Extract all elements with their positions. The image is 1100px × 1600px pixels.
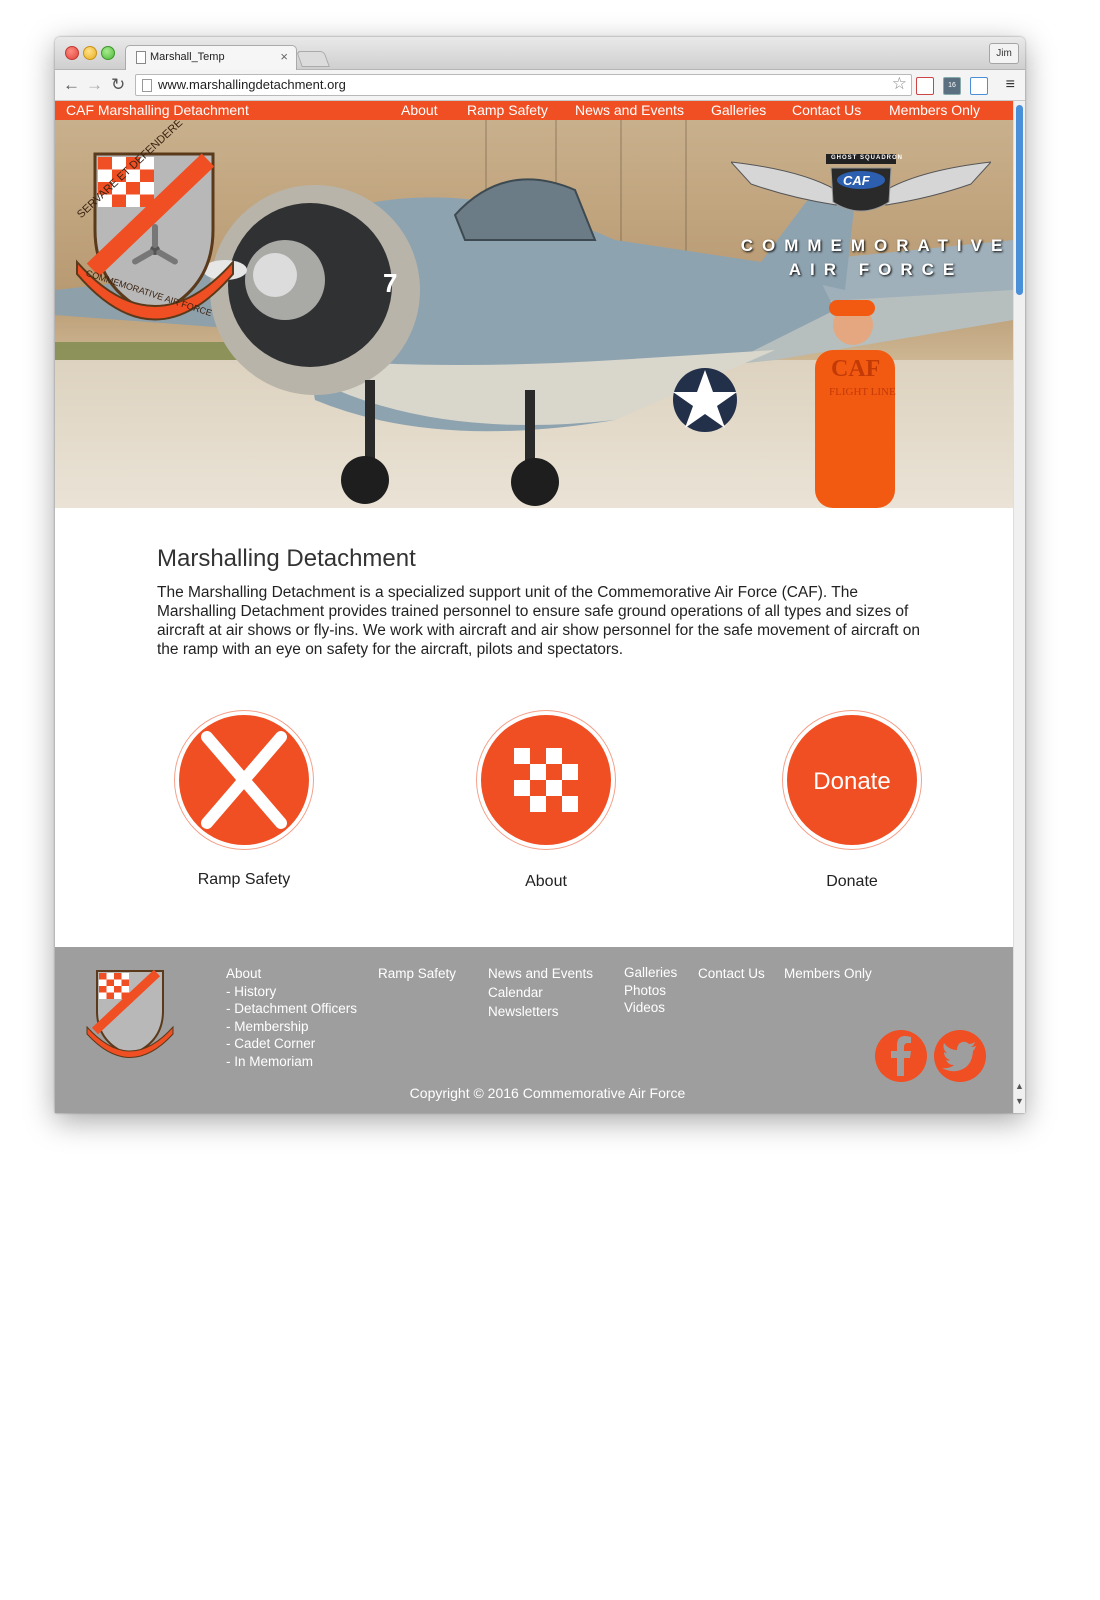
window-resize-extension-icon[interactable] bbox=[970, 77, 988, 95]
new-tab-button[interactable] bbox=[296, 51, 330, 67]
footer-link-history[interactable]: - History bbox=[226, 983, 357, 1001]
address-bar[interactable]: www.marshallingdetachment.org ☆ bbox=[135, 74, 912, 96]
feature-label-ramp-safety[interactable]: Ramp Safety bbox=[174, 871, 314, 889]
footer-link-calendar[interactable]: Calendar bbox=[488, 983, 593, 1002]
wordmark-line1: COMMEMORATIVE bbox=[740, 236, 1012, 255]
scroll-up-arrow-icon[interactable]: ▲ bbox=[1015, 1081, 1024, 1091]
footer-link-in-memoriam[interactable]: - In Memoriam bbox=[226, 1053, 357, 1071]
feature-label-about[interactable]: About bbox=[476, 873, 616, 891]
page-scrollbar[interactable]: ▲ ▼ bbox=[1013, 101, 1025, 1113]
scrollbar-thumb[interactable] bbox=[1016, 105, 1023, 295]
nav-members-only[interactable]: Members Only bbox=[889, 102, 980, 118]
wordmark-line2: AIR FORCE bbox=[788, 260, 964, 279]
footer-link-newsletters[interactable]: Newsletters bbox=[488, 1002, 593, 1021]
canopy bbox=[453, 178, 597, 241]
tab-bar: Marshall_Temp × Jim bbox=[55, 37, 1025, 70]
bookmark-star-icon[interactable]: ☆ bbox=[892, 74, 907, 94]
ramp-safety-circle[interactable] bbox=[179, 715, 309, 845]
landing-wheel bbox=[511, 458, 559, 506]
browser-toolbar: ← → ↻ www.marshallingdetachment.org ☆ 16… bbox=[55, 70, 1025, 101]
checkerboard-icon bbox=[514, 748, 578, 812]
footer-link-news-and-events[interactable]: News and Events bbox=[488, 964, 593, 983]
url-text[interactable]: www.marshallingdetachment.org bbox=[158, 77, 346, 92]
footer-link-about[interactable]: About bbox=[226, 965, 357, 983]
commemorative-air-force-wordmark: COMMEMORATIVE AIR FORCE bbox=[731, 234, 1013, 282]
feature-ramp-safety[interactable]: Ramp Safety bbox=[174, 715, 314, 889]
html-tidy-extension-icon[interactable] bbox=[916, 77, 934, 95]
maximize-window-button[interactable] bbox=[101, 46, 115, 60]
reload-icon[interactable]: ↻ bbox=[111, 75, 125, 95]
scroll-down-arrow-icon[interactable]: ▼ bbox=[1015, 1096, 1024, 1106]
aircraft-number: 7 bbox=[383, 268, 398, 298]
suit-flight-line-text: FLIGHT LINE bbox=[829, 386, 896, 398]
footer-link-membership[interactable]: - Membership bbox=[226, 1018, 357, 1036]
footer-members-column: Members Only bbox=[784, 965, 872, 983]
nav-about[interactable]: About bbox=[401, 102, 438, 118]
logo-caf-text: CAF bbox=[843, 173, 870, 188]
hero-banner: 7 CAF FLIGHT LINE SERVARE ET DEFENDERE C… bbox=[55, 120, 1013, 508]
page-intro-text: The Marshalling Detachment is a speciali… bbox=[157, 584, 920, 658]
document-icon bbox=[136, 51, 146, 64]
page-viewport: CAF Marshalling Detachment About Ramp Sa… bbox=[55, 101, 1013, 1113]
twitter-icon[interactable] bbox=[934, 1030, 986, 1082]
footer-link-photos[interactable]: Photos bbox=[624, 982, 677, 1000]
close-window-button[interactable] bbox=[65, 46, 79, 60]
nav-galleries[interactable]: Galleries bbox=[711, 102, 766, 118]
suit-caf-text: CAF bbox=[831, 356, 881, 382]
feature-about[interactable]: About bbox=[476, 715, 616, 891]
crossed-wands-icon bbox=[201, 731, 287, 829]
footer-news-column: News and Events Calendar Newsletters bbox=[488, 964, 593, 1021]
footer-link-videos[interactable]: Videos bbox=[624, 999, 677, 1017]
footer-ramp-safety-column: Ramp Safety bbox=[378, 965, 456, 983]
browser-window: Marshall_Temp × Jim ← → ↻ www.marshallin… bbox=[55, 37, 1025, 1113]
feature-label-donate[interactable]: Donate bbox=[782, 873, 922, 891]
footer-link-cadet-corner[interactable]: - Cadet Corner bbox=[226, 1035, 357, 1053]
facebook-glyph-icon bbox=[891, 1036, 911, 1076]
logo-squadron-text: GHOST SQUADRON bbox=[831, 155, 904, 161]
nav-news-and-events[interactable]: News and Events bbox=[575, 102, 684, 118]
twitter-bird-icon bbox=[942, 1041, 976, 1072]
back-icon[interactable]: ← bbox=[63, 75, 80, 95]
site-nav-bar: CAF Marshalling Detachment About Ramp Sa… bbox=[55, 101, 1013, 120]
about-circle[interactable] bbox=[481, 715, 611, 845]
browser-tab[interactable]: Marshall_Temp × bbox=[125, 45, 297, 70]
page-icon bbox=[142, 79, 152, 92]
propeller-spinner bbox=[253, 253, 297, 297]
landing-wheel bbox=[341, 456, 389, 504]
site-footer: About - History - Detachment Officers - … bbox=[55, 947, 1013, 1113]
nav-contact-us[interactable]: Contact Us bbox=[792, 102, 861, 118]
footer-link-members-only[interactable]: Members Only bbox=[784, 965, 872, 983]
landing-strut bbox=[525, 390, 535, 470]
tab-title: Marshall_Temp bbox=[150, 51, 225, 63]
footer-crest-logo bbox=[86, 969, 174, 1058]
footer-galleries-column: Galleries Photos Videos bbox=[624, 964, 677, 1017]
nav-ramp-safety[interactable]: Ramp Safety bbox=[467, 102, 548, 118]
footer-contact-column: Contact Us bbox=[698, 965, 765, 983]
page-title: Marshalling Detachment bbox=[157, 545, 416, 572]
forward-icon[interactable]: → bbox=[86, 75, 103, 95]
browser-menu-icon[interactable]: ≡ bbox=[1006, 76, 1015, 94]
donate-button-text[interactable]: Donate bbox=[787, 768, 917, 796]
profile-button[interactable]: Jim bbox=[989, 43, 1019, 64]
footer-link-galleries[interactable]: Galleries bbox=[624, 964, 677, 982]
minimize-window-button[interactable] bbox=[83, 46, 97, 60]
footer-link-detachment-officers[interactable]: - Detachment Officers bbox=[226, 1000, 357, 1018]
footer-about-column: About - History - Detachment Officers - … bbox=[226, 965, 357, 1070]
footer-link-ramp-safety[interactable]: Ramp Safety bbox=[378, 965, 456, 983]
donate-button[interactable]: Donate bbox=[787, 715, 917, 845]
extension-badge-icon[interactable]: 16 bbox=[943, 77, 961, 95]
facebook-icon[interactable] bbox=[875, 1030, 927, 1082]
site-brand[interactable]: CAF Marshalling Detachment bbox=[66, 102, 249, 118]
feature-donate[interactable]: Donate Donate bbox=[782, 715, 922, 891]
copyright-text: Copyright © 2016 Commemorative Air Force bbox=[409, 1085, 686, 1101]
marshaller-cap bbox=[829, 300, 875, 316]
tab-close-icon[interactable]: × bbox=[280, 49, 288, 64]
footer-link-contact-us[interactable]: Contact Us bbox=[698, 965, 765, 983]
